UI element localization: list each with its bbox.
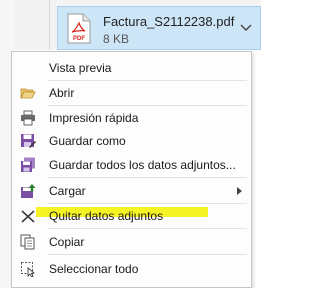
menu-item-open[interactable]: Abrir <box>12 82 251 104</box>
pdf-file-icon: PDF <box>67 13 91 44</box>
submenu-arrow-icon <box>237 187 242 195</box>
menu-separator <box>48 203 247 204</box>
menu-item-label: Impresión rápida <box>49 111 139 125</box>
menu-item-upload[interactable]: Cargar <box>12 180 251 202</box>
menu-separator <box>48 80 247 81</box>
remove-x-icon <box>21 210 35 223</box>
menu-item-label: Guardar como <box>49 134 126 148</box>
folder-open-icon <box>20 88 36 99</box>
menu-item-save-all[interactable]: Guardar todos los datos adjuntos... <box>12 154 251 176</box>
chevron-down-icon[interactable] <box>240 22 252 32</box>
attachment-context-menu: Vista previa Abrir Impresión rápida Guar… <box>11 51 252 288</box>
menu-item-copy[interactable]: Copiar <box>12 231 251 253</box>
menu-separator <box>48 228 247 229</box>
attachment-size: 8 KB <box>103 32 130 46</box>
menu-item-preview[interactable]: Vista previa <box>12 57 251 79</box>
menu-separator <box>48 105 247 106</box>
printer-icon <box>21 110 35 126</box>
menu-item-label: Quitar datos adjuntos <box>49 209 164 223</box>
menu-item-label: Vista previa <box>49 61 112 75</box>
menu-item-label: Seleccionar todo <box>49 262 139 276</box>
menu-item-label: Abrir <box>49 86 75 100</box>
menu-item-save-as[interactable]: Guardar como <box>12 130 251 152</box>
menu-item-quick-print[interactable]: Impresión rápida <box>12 107 251 129</box>
select-all-icon <box>21 262 35 277</box>
menu-item-label: Guardar todos los datos adjuntos... <box>49 158 236 172</box>
pane-divider <box>49 0 50 50</box>
menu-item-label: Cargar <box>49 184 86 198</box>
upload-icon <box>21 184 36 198</box>
menu-separator <box>48 177 247 178</box>
menu-item-label: Copiar <box>49 235 85 249</box>
attachment-filename: Factura_S2112238.pdf <box>103 14 235 29</box>
save-as-icon <box>21 134 36 148</box>
copy-icon <box>20 234 35 250</box>
menu-separator <box>48 254 247 255</box>
menu-item-remove-attachment[interactable]: Quitar datos adjuntos <box>12 205 251 227</box>
save-all-icon <box>21 157 35 172</box>
menu-item-select-all[interactable]: Seleccionar todo <box>12 258 251 280</box>
attachment-chip[interactable]: PDF Factura_S2112238.pdf 8 KB <box>57 6 261 50</box>
pdf-icon-text: PDF <box>73 36 85 42</box>
